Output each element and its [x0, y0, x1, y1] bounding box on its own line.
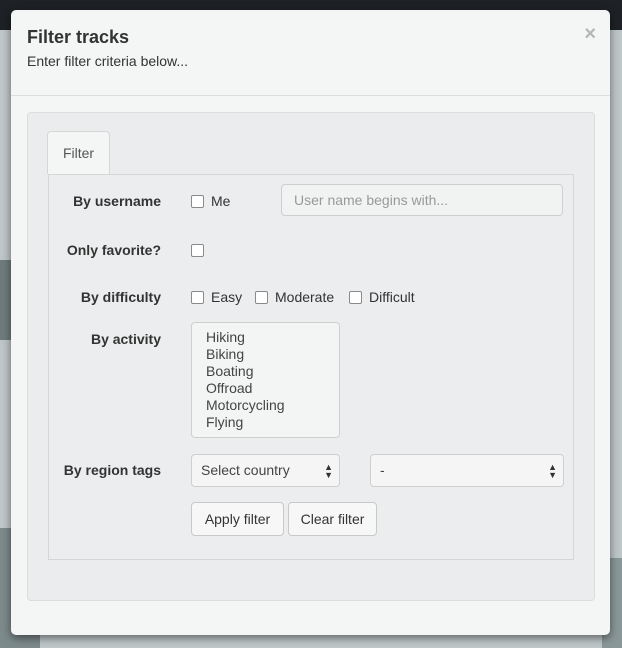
username-input[interactable]: User name begins with... [281, 184, 563, 216]
dialog-subtitle: Enter filter criteria below... [27, 53, 189, 69]
activity-option[interactable]: Offroad [192, 380, 339, 397]
region-label: By region tags [63, 462, 161, 478]
close-icon[interactable]: × [584, 24, 596, 44]
difficult-checkbox-label[interactable]: Difficult [369, 289, 415, 305]
difficult-checkbox[interactable] [349, 291, 362, 304]
activity-option[interactable]: Flying [192, 414, 339, 431]
activity-option[interactable]: Hiking [192, 329, 339, 346]
tab-filter[interactable]: Filter [47, 131, 110, 174]
activity-label: By activity [90, 331, 161, 347]
select-arrows-icon: ▲ ▼ [324, 462, 333, 480]
favorite-label: Only favorite? [66, 242, 161, 258]
country-select-value: Select country [201, 462, 290, 478]
region-tag-select-value: - [380, 462, 385, 478]
activity-listbox[interactable]: Hiking Biking Boating Offroad Motorcycli… [191, 322, 340, 438]
dialog-header: Filter tracks Enter filter criteria belo… [11, 10, 610, 96]
me-checkbox[interactable] [191, 195, 204, 208]
moderate-checkbox[interactable] [255, 291, 268, 304]
moderate-checkbox-label[interactable]: Moderate [275, 289, 334, 305]
clear-filter-button[interactable]: Clear filter [288, 502, 377, 536]
username-label: By username [73, 193, 161, 209]
apply-filter-button[interactable]: Apply filter [191, 502, 284, 536]
country-select[interactable]: Select country ▲ ▼ [191, 454, 340, 487]
select-arrows-icon: ▲ ▼ [548, 462, 557, 480]
easy-checkbox-label[interactable]: Easy [211, 289, 242, 305]
region-tag-select[interactable]: - ▲ ▼ [370, 454, 564, 487]
difficulty-label: By difficulty [80, 289, 161, 305]
favorite-checkbox[interactable] [191, 244, 204, 257]
me-checkbox-label[interactable]: Me [211, 193, 230, 209]
activity-option[interactable]: Motorcycling [192, 397, 339, 414]
easy-checkbox[interactable] [191, 291, 204, 304]
dialog-title: Filter tracks [27, 27, 130, 47]
activity-option[interactable]: Boating [192, 363, 339, 380]
activity-option[interactable]: Biking [192, 346, 339, 363]
